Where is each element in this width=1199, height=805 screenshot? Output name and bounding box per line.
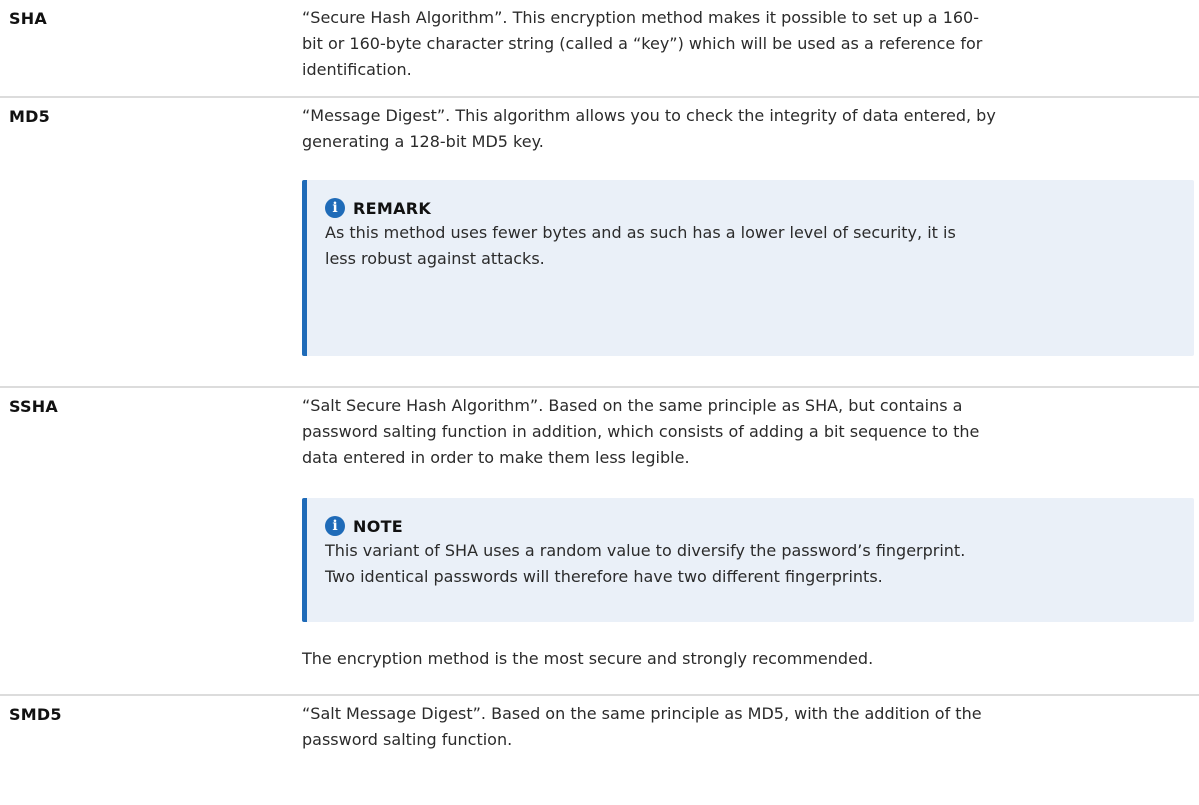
callout-header: i NOTE	[325, 516, 1194, 536]
definition-ssha-footer: The encryption method is the most secure…	[302, 649, 874, 668]
definition-line: “Salt Message Digest”. Based on the same…	[302, 704, 982, 723]
definition-line: “Message Digest”. This algorithm allows …	[302, 106, 996, 125]
callout-line: This variant of SHA uses a random value …	[325, 541, 966, 560]
table-row: SSHA “Salt Secure Hash Algorithm”. Based…	[0, 388, 1199, 696]
definition-line: generating a 128-bit MD5 key.	[302, 132, 544, 151]
callout-body: As this method uses fewer bytes and as s…	[325, 220, 1176, 272]
callout-line: less robust against attacks.	[325, 249, 545, 268]
definition-line: identification.	[302, 60, 412, 79]
definition-md5: “Message Digest”. This algorithm allows …	[302, 103, 1195, 155]
table-row: SMD5 “Salt Message Digest”. Based on the…	[0, 696, 1199, 805]
callout-title: REMARK	[353, 198, 432, 218]
definition-smd5: “Salt Message Digest”. Based on the same…	[302, 701, 1195, 753]
definition-line: “Salt Secure Hash Algorithm”. Based on t…	[302, 396, 963, 415]
table-row: SHA “Secure Hash Algorithm”. This encryp…	[0, 0, 1199, 98]
term-sha: SHA	[9, 9, 47, 28]
note-callout: i NOTE This variant of SHA uses a random…	[302, 498, 1194, 622]
definition-line: password salting function in addition, w…	[302, 422, 980, 441]
table-row: MD5 “Message Digest”. This algorithm all…	[0, 98, 1199, 388]
term-smd5: SMD5	[9, 705, 62, 724]
term-ssha: SSHA	[9, 397, 58, 416]
definition-ssha: “Salt Secure Hash Algorithm”. Based on t…	[302, 393, 1195, 471]
callout-header: i REMARK	[325, 198, 1194, 218]
callout-body: This variant of SHA uses a random value …	[325, 538, 1176, 590]
definition-sha: “Secure Hash Algorithm”. This encryption…	[302, 5, 1195, 83]
definition-line: bit or 160-byte character string (called…	[302, 34, 983, 53]
info-icon: i	[325, 198, 345, 218]
info-icon: i	[325, 516, 345, 536]
callout-line: Two identical passwords will therefore h…	[325, 567, 883, 586]
definition-line: password salting function.	[302, 730, 513, 749]
remark-callout: i REMARK As this method uses fewer bytes…	[302, 180, 1194, 356]
callout-line: As this method uses fewer bytes and as s…	[325, 223, 956, 242]
callout-title: NOTE	[353, 516, 404, 536]
definition-line: “Secure Hash Algorithm”. This encryption…	[302, 8, 979, 27]
definition-line: data entered in order to make them less …	[302, 448, 690, 467]
term-md5: MD5	[9, 107, 50, 126]
